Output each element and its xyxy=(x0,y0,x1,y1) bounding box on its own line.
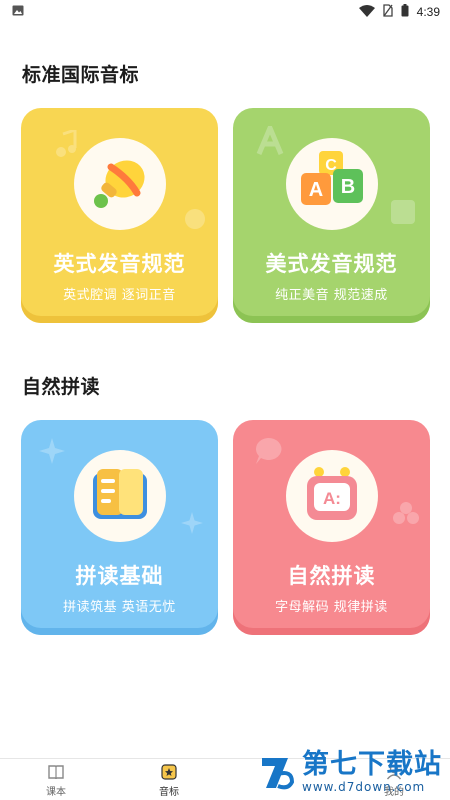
card-british-pronunciation[interactable]: 英式发音规范 英式腔调 逐词正音 xyxy=(21,108,218,323)
watermark-url: www.d7down.com xyxy=(302,780,426,794)
sparkle-icon xyxy=(39,438,65,464)
no-sim-icon xyxy=(382,4,393,20)
decor-dot-icon xyxy=(185,209,205,229)
speech-bubble-icon xyxy=(255,437,282,464)
phonetic-icon xyxy=(161,764,177,780)
book-icon xyxy=(73,450,166,542)
card-title: 英式发音规范 xyxy=(53,252,186,276)
card-subtitle: 字母解码 规律拼读 xyxy=(275,600,388,615)
card-title: 美式发音规范 xyxy=(265,252,398,276)
site-watermark: 第七下载站 www.d7down.com xyxy=(258,750,442,794)
nav-item-textbook[interactable]: 课本 xyxy=(26,763,86,798)
card-subtitle: 拼读筑基 英语无忧 xyxy=(63,600,176,615)
card-title: 自然拼读 xyxy=(287,564,376,588)
flower-icon xyxy=(393,502,419,524)
letter-a-deco-icon xyxy=(256,126,284,155)
nav-label: 音标 xyxy=(159,787,179,798)
svg-text:A: A xyxy=(308,179,322,201)
card-natural-phonics[interactable]: A: 自然拼读 字母解码 规律拼读 xyxy=(233,420,430,635)
svg-text:B: B xyxy=(340,176,354,198)
letter-c-deco-icon xyxy=(391,200,415,224)
card-title: 拼读基础 xyxy=(75,564,164,588)
nav-item-phonetic[interactable]: 音标 xyxy=(139,763,199,798)
card-subtitle: 纯正美音 规范速成 xyxy=(275,288,388,303)
battery-icon xyxy=(401,4,409,20)
music-note-icon xyxy=(56,130,77,157)
card-american-pronunciation[interactable]: C A B 美式发音规范 纯正美音 规范速成 xyxy=(233,108,430,323)
abc-blocks-icon: C A B xyxy=(285,138,378,230)
nav-label: 课本 xyxy=(46,787,66,798)
sparkle-icon xyxy=(181,512,203,534)
watermark-brand: 第七下载站 xyxy=(302,749,442,780)
section-title-phonetics: 标准国际音标 xyxy=(22,64,140,86)
card-phonics-basics[interactable]: 拼读基础 拼读筑基 英语无忧 xyxy=(21,420,218,635)
textbook-icon xyxy=(48,765,64,780)
bell-icon xyxy=(73,138,166,230)
robot-tv-icon: A: xyxy=(285,450,378,542)
status-bar: 4:39 xyxy=(0,0,450,24)
card-subtitle: 英式腔调 逐词正音 xyxy=(63,288,176,303)
svg-text:A:: A: xyxy=(323,489,341,508)
section-title-phonics: 自然拼读 xyxy=(22,376,101,398)
d7down-logo-icon xyxy=(262,758,295,790)
image-notification-icon xyxy=(12,5,24,19)
status-time: 4:39 xyxy=(416,5,440,19)
wifi-icon xyxy=(358,4,375,20)
